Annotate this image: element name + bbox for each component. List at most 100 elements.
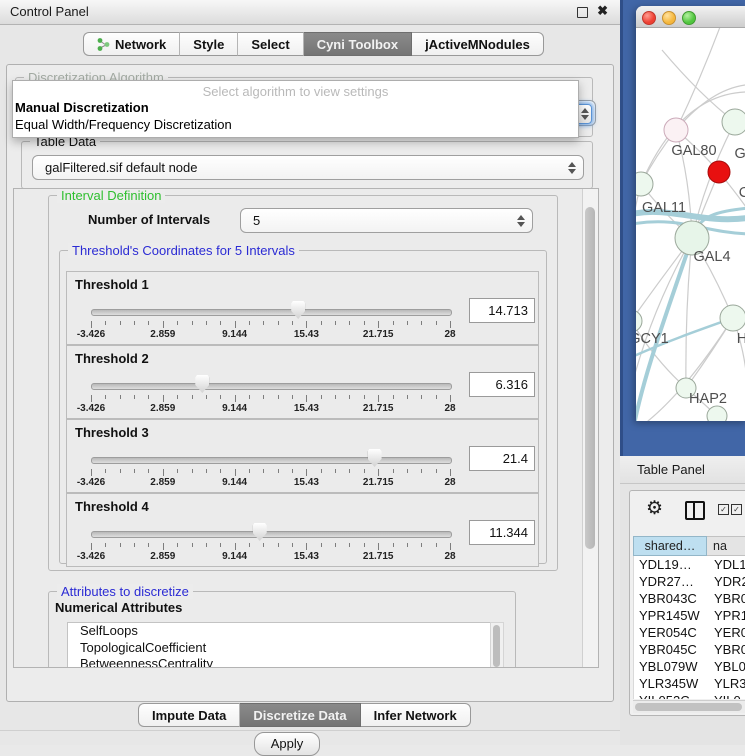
network-edge[interactable] [676, 28, 720, 130]
popup-option-manual-discretization[interactable]: Manual Discretization [13, 99, 578, 116]
slider-tick-label: -3.426 [77, 403, 105, 414]
slider-tick [393, 395, 394, 399]
threshold-value-field[interactable]: 21.4 [469, 446, 535, 471]
column-header-name[interactable]: na [707, 536, 745, 556]
cell-shared-name[interactable]: YBL079W [634, 658, 708, 675]
numerical-attributes-list[interactable]: SelfLoopsTopologicalCoefficientBetweenne… [67, 622, 491, 668]
tab-jactivemnodules[interactable]: jActiveMNodules [412, 32, 544, 56]
threshold-slider[interactable]: -3.4262.8599.14415.4321.71528 [91, 374, 450, 416]
slider-thumb[interactable] [368, 449, 382, 467]
slider-tick [421, 321, 422, 325]
table-row[interactable]: YBR043CYBR0 [634, 590, 745, 607]
threshold-value-field[interactable]: 6.316 [469, 372, 535, 397]
slider-thumb[interactable] [253, 523, 267, 541]
close-traffic-light-icon[interactable] [642, 11, 656, 25]
zoom-traffic-light-icon[interactable] [682, 11, 696, 25]
cell-shared-name[interactable]: YPR145W [634, 607, 708, 624]
column-layout-icon[interactable] [685, 501, 705, 520]
slider-track[interactable] [91, 531, 452, 538]
tab-infer-network[interactable]: Infer Network [361, 703, 471, 727]
cell-name[interactable]: YLR3 [708, 675, 745, 692]
attribute-list-item[interactable]: TopologicalCoefficient [68, 640, 490, 657]
cell-shared-name[interactable]: YDL19… [634, 556, 708, 573]
network-edge[interactable] [636, 184, 641, 321]
scrollbar-thumb[interactable] [635, 703, 742, 711]
cell-shared-name[interactable]: YIL052C [634, 692, 708, 699]
tab-discretize-data[interactable]: Discretize Data [240, 703, 360, 727]
checkbox-icon[interactable]: ✓ [718, 504, 729, 515]
cell-shared-name[interactable]: YBR045C [634, 641, 708, 658]
close-icon[interactable]: ✖ [597, 3, 608, 19]
network-node[interactable] [708, 161, 730, 183]
cell-name[interactable]: YBL0 [708, 658, 745, 675]
cell-name[interactable]: YPR1 [708, 607, 745, 624]
cell-name[interactable]: YDL1 [708, 556, 745, 573]
cell-name[interactable]: YER0 [708, 624, 745, 641]
tab-style[interactable]: Style [180, 32, 238, 56]
table-horizontal-scrollbar[interactable] [633, 700, 745, 713]
table-data-combobox[interactable]: galFiltered.sif default node [32, 155, 584, 180]
cell-name[interactable]: YBR0 [708, 590, 745, 607]
slider-tick [278, 469, 279, 473]
table-row[interactable]: YPR145WYPR1 [634, 607, 745, 624]
cell-name[interactable]: YBR0 [708, 641, 745, 658]
table-row[interactable]: YIL052CYIL0 [634, 692, 745, 699]
slider-track[interactable] [91, 309, 452, 316]
network-view-window[interactable]: GAL80GACGAL11GAL4GCY1HHAP2 [636, 6, 745, 421]
threshold-value-field[interactable]: 14.713 [469, 298, 535, 323]
slider-track[interactable] [91, 383, 452, 390]
table-row[interactable]: YBR045CYBR0 [634, 641, 745, 658]
attributes-list-scrollbar[interactable] [490, 622, 504, 668]
network-node[interactable] [720, 305, 745, 331]
table-row[interactable]: YDR27…YDR2 [634, 573, 745, 590]
slider-tick [163, 543, 164, 550]
minimize-traffic-light-icon[interactable] [662, 11, 676, 25]
checkbox-icon[interactable]: ✓ [731, 504, 742, 515]
tab-network[interactable]: Network [83, 32, 180, 56]
slider-tick-label: 21.715 [363, 403, 394, 414]
float-window-icon[interactable] [577, 7, 588, 18]
network-node[interactable] [707, 406, 727, 421]
network-window-titlebar[interactable] [636, 6, 745, 28]
cell-name[interactable]: YIL0 [708, 692, 745, 699]
table-row[interactable]: YBL079WYBL0 [634, 658, 745, 675]
threshold-slider[interactable]: -3.4262.8599.14415.4321.71528 [91, 300, 450, 342]
table-row[interactable]: YDL19…YDL1 [634, 556, 745, 573]
tab-impute-data[interactable]: Impute Data [138, 703, 240, 727]
network-node[interactable] [722, 109, 745, 135]
cell-name[interactable]: YDR2 [708, 573, 745, 590]
threshold-value-field[interactable]: 11.344 [469, 520, 535, 545]
threshold-slider[interactable]: -3.4262.8599.14415.4321.71528 [91, 522, 450, 564]
slider-thumb[interactable] [291, 301, 305, 319]
network-edge[interactable] [662, 50, 735, 122]
popup-option-equal-width-frequency[interactable]: Equal Width/Frequency Discretization [13, 116, 578, 133]
tab-select[interactable]: Select [238, 32, 303, 56]
cell-shared-name[interactable]: YBR043C [634, 590, 708, 607]
network-node[interactable] [636, 172, 653, 196]
slider-thumb[interactable] [195, 375, 209, 393]
network-node[interactable] [636, 310, 642, 332]
cell-shared-name[interactable]: YLR345W [634, 675, 708, 692]
slider-tick [220, 469, 221, 473]
number-of-intervals-combobox[interactable]: 5 [240, 208, 533, 233]
network-edge[interactable] [686, 238, 692, 388]
table-row[interactable]: YLR345WYLR3 [634, 675, 745, 692]
network-canvas[interactable]: GAL80GACGAL11GAL4GCY1HHAP2 [636, 28, 745, 421]
network-node[interactable] [664, 118, 688, 142]
network-node-label: GAL4 [693, 249, 730, 265]
attribute-list-item[interactable]: SelfLoops [68, 623, 490, 640]
threshold-slider[interactable]: -3.4262.8599.14415.4321.71528 [91, 448, 450, 490]
apply-button[interactable]: Apply [254, 732, 320, 756]
popup-hint: Select algorithm to view settings [13, 84, 578, 99]
attribute-list-item[interactable]: BetweennessCentrality [68, 656, 490, 668]
tab-cyni-toolbox[interactable]: Cyni Toolbox [304, 32, 412, 56]
scrollbar-thumb[interactable] [585, 207, 595, 549]
table-row[interactable]: YER054CYER0 [634, 624, 745, 641]
cell-shared-name[interactable]: YDR27… [634, 573, 708, 590]
slider-track[interactable] [91, 457, 452, 464]
gear-icon[interactable]: ⚙ [646, 497, 663, 520]
cell-shared-name[interactable]: YER054C [634, 624, 708, 641]
slider-tick [349, 469, 350, 473]
settings-vertical-scrollbar[interactable] [582, 189, 598, 667]
column-header-shared-name[interactable]: shared… [633, 536, 707, 556]
